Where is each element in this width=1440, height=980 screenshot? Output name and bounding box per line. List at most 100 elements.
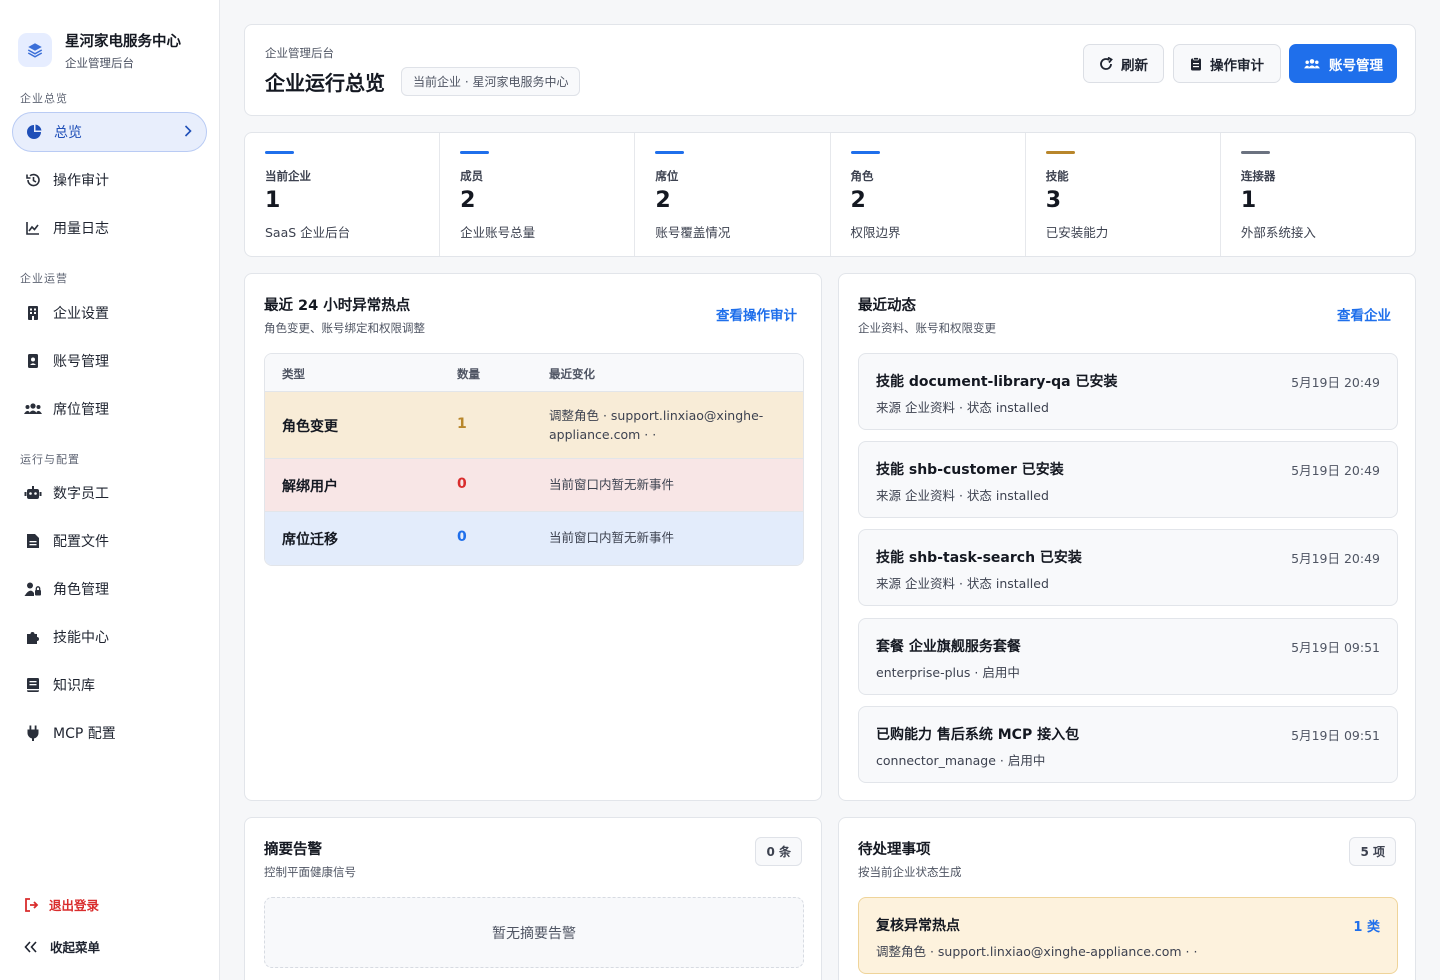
refresh-icon — [1099, 56, 1121, 71]
activity-item-time: 5月19日 09:51 — [1291, 728, 1380, 743]
sidebar-item-roles[interactable]: 角色管理 — [12, 569, 207, 609]
activity-item[interactable]: 套餐 企业旗舰服务套餐 enterprise-plus · 启用中 5月19日 … — [858, 618, 1398, 695]
accounts-button[interactable]: 账号管理 — [1289, 44, 1397, 83]
sidebar-item-label: 席位管理 — [53, 402, 109, 418]
alerts-panel: 摘要告警 控制平面健康信号 0 条 暂无摘要告警 — [244, 817, 822, 980]
pending-subtitle: 按当前企业状态生成 — [858, 865, 962, 879]
sidebar-item-skills[interactable]: 技能中心 — [12, 617, 207, 657]
activity-panel: 最近动态 企业资料、账号和权限变更 查看企业 技能 document-libra… — [838, 273, 1416, 801]
activity-item-title: 技能 shb-customer 已安装 — [876, 462, 1064, 478]
activity-item-title: 套餐 企业旗舰服务套餐 — [876, 639, 1021, 655]
sidebar-item-label: 账号管理 — [53, 354, 109, 370]
table-header: 类型 数量 最近变化 — [265, 354, 803, 392]
stat-accent-bar — [460, 151, 490, 154]
hotspots-title: 最近 24 小时异常热点 — [264, 298, 411, 314]
audit-button[interactable]: 操作审计 — [1173, 44, 1281, 83]
row-count: 1 — [457, 416, 467, 432]
robot-icon — [24, 484, 42, 502]
activity-item[interactable]: 技能 document-library-qa 已安装 来源 企业资料 · 状态 … — [858, 353, 1398, 430]
logout-button[interactable]: 退出登录 — [24, 895, 99, 914]
history-icon — [24, 171, 42, 189]
nav-section-ops: 企业运营 — [20, 272, 68, 285]
sidebar-item-config-files[interactable]: 配置文件 — [12, 521, 207, 561]
refresh-button[interactable]: 刷新 — [1083, 44, 1164, 83]
user-lock-icon — [24, 580, 42, 598]
stat-label: 席位 — [655, 169, 679, 183]
activity-item-time: 5月19日 20:49 — [1291, 551, 1380, 566]
stat-value: 3 — [1045, 188, 1061, 213]
sidebar-item-label: MCP 配置 — [53, 726, 116, 742]
activity-item-time: 5月19日 09:51 — [1291, 640, 1380, 655]
stat-enterprise: 当前企业 1 SaaS 企业后台 — [245, 133, 441, 256]
current-enterprise-chip: 当前企业 · 星河家电服务中心 — [401, 67, 581, 96]
clipboard-icon — [1190, 56, 1210, 71]
stat-label: 技能 — [1045, 169, 1069, 183]
stat-accent-bar — [850, 151, 880, 154]
row-count: 0 — [457, 529, 467, 545]
alerts-count-badge: 0 条 — [755, 837, 802, 866]
users-icon — [1303, 57, 1329, 71]
activity-item[interactable]: 技能 shb-customer 已安装 来源 企业资料 · 状态 install… — [858, 441, 1398, 518]
users-icon — [24, 400, 42, 418]
sidebar-item-label: 用量日志 — [53, 221, 109, 237]
sidebar-item-mcp[interactable]: MCP 配置 — [12, 713, 207, 753]
sidebar-item-overview[interactable]: 总览 — [12, 112, 207, 152]
column-header-count: 数量 — [457, 367, 480, 381]
activity-item[interactable]: 技能 shb-task-search 已安装 来源 企业资料 · 状态 inst… — [858, 529, 1398, 606]
activity-item-meta: connector_manage · 启用中 — [876, 753, 1046, 768]
sidebar-item-accounts[interactable]: 账号管理 — [12, 341, 207, 381]
table-row[interactable]: 角色变更 1 调整角色 · support.linxiao@xinghe-app… — [265, 392, 803, 459]
page-eyebrow: 企业管理后台 — [265, 46, 334, 60]
file-icon — [24, 532, 42, 550]
stats-panel: 当前企业 1 SaaS 企业后台 成员 2 企业账号总量 席位 2 账号覆盖情况… — [244, 132, 1416, 257]
brand-title: 星河家电服务中心 — [65, 33, 181, 50]
sidebar-item-label: 数字员工 — [53, 486, 109, 502]
table-row[interactable]: 席位迁移 0 当前窗口内暂无新事件 — [265, 512, 803, 565]
stat-value: 1 — [265, 188, 281, 213]
row-change: 当前窗口内暂无新事件 — [549, 530, 675, 545]
collapse-menu-label: 收起菜单 — [50, 940, 101, 955]
stat-accent-bar — [655, 151, 685, 154]
pending-panel: 待处理事项 按当前企业状态生成 5 项 复核异常热点 调整角色 · suppor… — [838, 817, 1416, 980]
building-icon — [24, 304, 42, 322]
stat-label: 成员 — [460, 169, 484, 183]
activity-subtitle: 企业资料、账号和权限变更 — [858, 321, 996, 335]
sidebar-item-label: 配置文件 — [53, 534, 109, 550]
sidebar-item-knowledge[interactable]: 知识库 — [12, 665, 207, 705]
sidebar-item-usage[interactable]: 用量日志 — [12, 208, 207, 248]
collapse-menu-button[interactable]: 收起菜单 — [24, 937, 100, 956]
activity-item-title: 已购能力 售后系统 MCP 接入包 — [876, 727, 1080, 743]
column-header-type: 类型 — [282, 367, 305, 381]
sidebar-item-settings[interactable]: 企业设置 — [12, 293, 207, 333]
stat-label: 角色 — [850, 169, 874, 183]
hotspots-table: 类型 数量 最近变化 角色变更 1 调整角色 · support.linxiao… — [264, 353, 804, 566]
audit-label: 操作审计 — [1210, 57, 1264, 74]
chevron-right-icon — [184, 125, 192, 141]
view-audit-link[interactable]: 查看操作审计 — [716, 304, 797, 324]
double-chevron-left-icon — [24, 940, 38, 953]
row-type: 角色变更 — [282, 419, 338, 435]
pending-title: 待处理事项 — [858, 842, 931, 858]
pending-count-badge: 5 项 — [1349, 837, 1396, 866]
activity-item-meta: 来源 企业资料 · 状态 installed — [876, 576, 1049, 591]
activity-item-title: 技能 document-library-qa 已安装 — [876, 374, 1118, 390]
sidebar-item-seats[interactable]: 席位管理 — [12, 389, 207, 429]
pending-item[interactable]: 复核异常热点 调整角色 · support.linxiao@xinghe-app… — [858, 897, 1398, 974]
stat-subtitle: 权限边界 — [850, 225, 901, 240]
hotspots-panel: 最近 24 小时异常热点 角色变更、账号绑定和权限调整 查看操作审计 类型 数量… — [244, 273, 822, 801]
logout-label: 退出登录 — [49, 898, 100, 913]
view-enterprise-link[interactable]: 查看企业 — [1337, 304, 1391, 324]
sidebar-item-label: 操作审计 — [53, 173, 109, 189]
sidebar-item-digital-staff[interactable]: 数字员工 — [12, 473, 207, 513]
id-badge-icon — [24, 352, 42, 370]
sidebar-item-audit[interactable]: 操作审计 — [12, 160, 207, 200]
pending-item-meta: 调整角色 · support.linxiao@xinghe-appliance.… — [876, 944, 1198, 959]
stat-accent-bar — [265, 151, 294, 154]
table-row[interactable]: 解绑用户 0 当前窗口内暂无新事件 — [265, 459, 803, 512]
column-header-change: 最近变化 — [549, 367, 595, 381]
activity-item[interactable]: 已购能力 售后系统 MCP 接入包 connector_manage · 启用中… — [858, 706, 1398, 783]
stat-value: 2 — [460, 188, 476, 213]
accounts-label: 账号管理 — [1329, 57, 1383, 74]
stat-subtitle: 已安装能力 — [1045, 225, 1109, 240]
activity-item-meta: 来源 企业资料 · 状态 installed — [876, 488, 1049, 503]
